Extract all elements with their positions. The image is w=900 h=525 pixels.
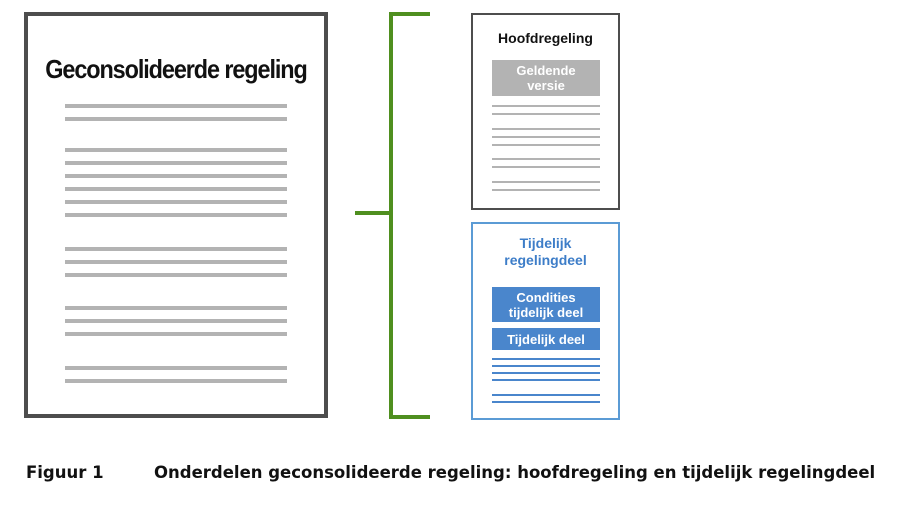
text-line (65, 306, 287, 310)
text-line (65, 247, 287, 251)
text-line (492, 379, 600, 381)
main-regulation-document: Hoofdregeling Geldende versie (471, 13, 620, 210)
text-line (492, 189, 600, 191)
text-line (65, 319, 287, 323)
text-line (65, 366, 287, 370)
text-line (65, 260, 287, 264)
text-line (65, 187, 287, 191)
text-line (492, 401, 600, 403)
text-line (492, 113, 600, 115)
text-line (492, 136, 600, 138)
temporary-regulation-part-title: Tijdelijk regelingdeel (504, 235, 587, 268)
text-line (492, 166, 600, 168)
bracket-top-arm (389, 12, 430, 16)
text-line (65, 117, 287, 121)
text-line (65, 148, 287, 152)
current-version-block: Geldende versie (492, 60, 600, 96)
main-regulation-title: Hoofdregeling (498, 30, 593, 46)
figure-caption-text: Onderdelen geconsolideerde regeling: hoo… (154, 463, 876, 482)
text-line (65, 379, 287, 383)
text-line (492, 181, 600, 183)
text-line (492, 372, 600, 374)
figure-label: Figuur 1 (26, 463, 104, 482)
text-line (65, 200, 287, 204)
text-line (492, 358, 600, 360)
conditions-temporary-part-block: Condities tijdelijk deel (492, 287, 600, 322)
text-line (492, 394, 600, 396)
temporary-part-block: Tijdelijk deel (492, 328, 600, 350)
text-line (492, 144, 600, 146)
text-line (65, 213, 287, 217)
text-line (65, 174, 287, 178)
text-line (65, 104, 287, 108)
text-line (65, 332, 287, 336)
bracket-bottom-arm (389, 415, 430, 419)
consolidated-regulation-document: Geconsolideerde regeling (24, 12, 328, 418)
text-line (492, 158, 600, 160)
text-line (492, 128, 600, 130)
temporary-regulation-part-document: Tijdelijk regelingdeel Condities tijdeli… (471, 222, 620, 420)
consolidated-regulation-title: Geconsolideerde regeling (45, 54, 308, 84)
bracket-connector (355, 211, 391, 215)
text-line (492, 105, 600, 107)
text-line (65, 161, 287, 165)
text-line (492, 365, 600, 367)
text-line (65, 273, 287, 277)
bracket-spine (389, 12, 393, 419)
